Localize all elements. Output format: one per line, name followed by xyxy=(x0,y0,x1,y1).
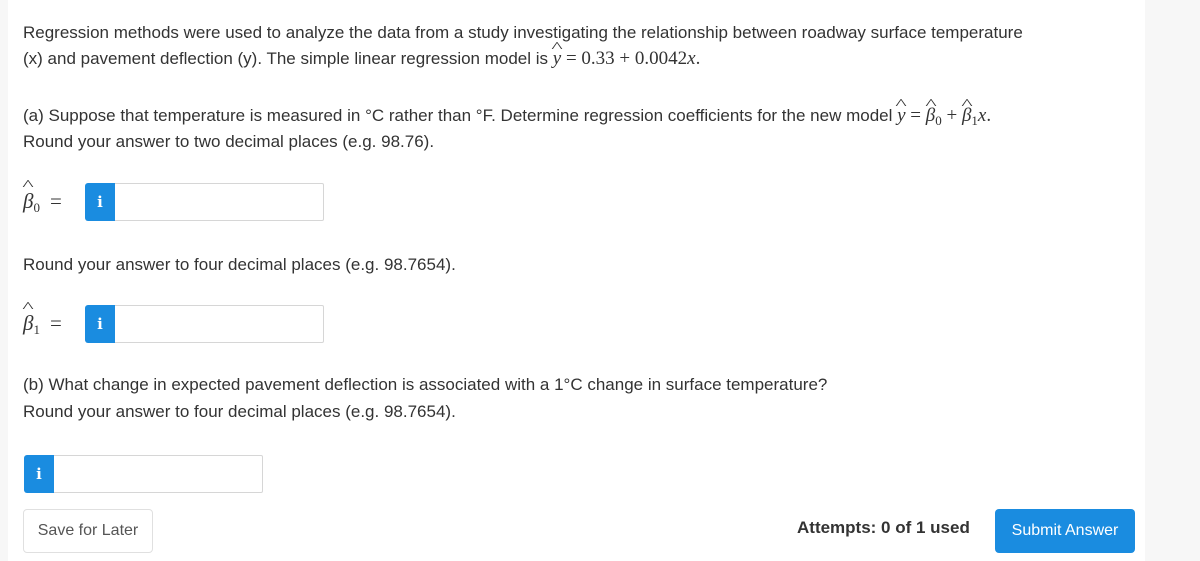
equals-sign: = xyxy=(49,188,62,213)
beta1-sub: 1 xyxy=(33,321,40,337)
new-model-equation: y = β0 + β1x. xyxy=(897,103,992,129)
info-icon[interactable]: i xyxy=(85,305,115,343)
intro-line-2: (x) and pavement deflection (y). The sim… xyxy=(23,46,700,72)
beta0-sub: 0 xyxy=(33,199,40,215)
beta0-hat: β xyxy=(926,103,935,129)
intro-text: (x) and pavement deflection (y). The sim… xyxy=(23,49,553,68)
question-panel: Regression methods were used to analyze … xyxy=(8,0,1145,561)
beta1-symbol: β xyxy=(23,311,33,336)
model-end: . xyxy=(695,48,701,69)
period: . xyxy=(986,105,992,126)
equals-sign: = xyxy=(49,310,62,335)
model-rhs: = 0.33 + 0.0042 xyxy=(561,48,688,69)
beta0-input-group: i xyxy=(85,183,324,221)
beta0-answer-row: β0 = i xyxy=(23,183,324,221)
part-b-input[interactable] xyxy=(54,455,263,493)
attempts-counter: Attempts: 0 of 1 used xyxy=(797,518,970,537)
beta0-input[interactable] xyxy=(115,183,324,221)
beta1-input-group: i xyxy=(85,305,324,343)
model-x: x xyxy=(687,48,696,69)
submit-answer-button[interactable]: Submit Answer xyxy=(995,509,1135,553)
y-hat: y xyxy=(553,46,561,72)
y-hat: y xyxy=(897,103,905,129)
beta1-hat: β xyxy=(962,103,971,129)
info-icon[interactable]: i xyxy=(24,455,54,493)
part-b-answer-row: i xyxy=(24,455,263,493)
eq-sign: = xyxy=(905,105,926,126)
part-a-round-b0: Round your answer to two decimal places … xyxy=(23,132,435,151)
beta1-answer-row: β1 = i xyxy=(23,305,324,343)
part-b-question: (b) What change in expected pavement def… xyxy=(23,375,828,394)
beta1-input[interactable] xyxy=(115,305,324,343)
beta1-label: β1 = xyxy=(23,311,85,338)
plus-sign: + xyxy=(941,105,962,126)
beta0-symbol: β xyxy=(23,189,33,214)
save-for-later-button[interactable]: Save for Later xyxy=(23,509,153,553)
part-b-input-group: i xyxy=(24,455,263,493)
model-equation: y = 0.33 + 0.0042x. xyxy=(553,48,701,69)
part-a-text: (a) Suppose that temperature is measured… xyxy=(23,106,898,125)
beta0-label: β0 = xyxy=(23,189,85,216)
part-b-round: Round your answer to four decimal places… xyxy=(23,402,456,421)
part-a-round-b1: Round your answer to four decimal places… xyxy=(23,255,456,274)
info-icon[interactable]: i xyxy=(85,183,115,221)
intro-line-1: Regression methods were used to analyze … xyxy=(23,23,1023,42)
